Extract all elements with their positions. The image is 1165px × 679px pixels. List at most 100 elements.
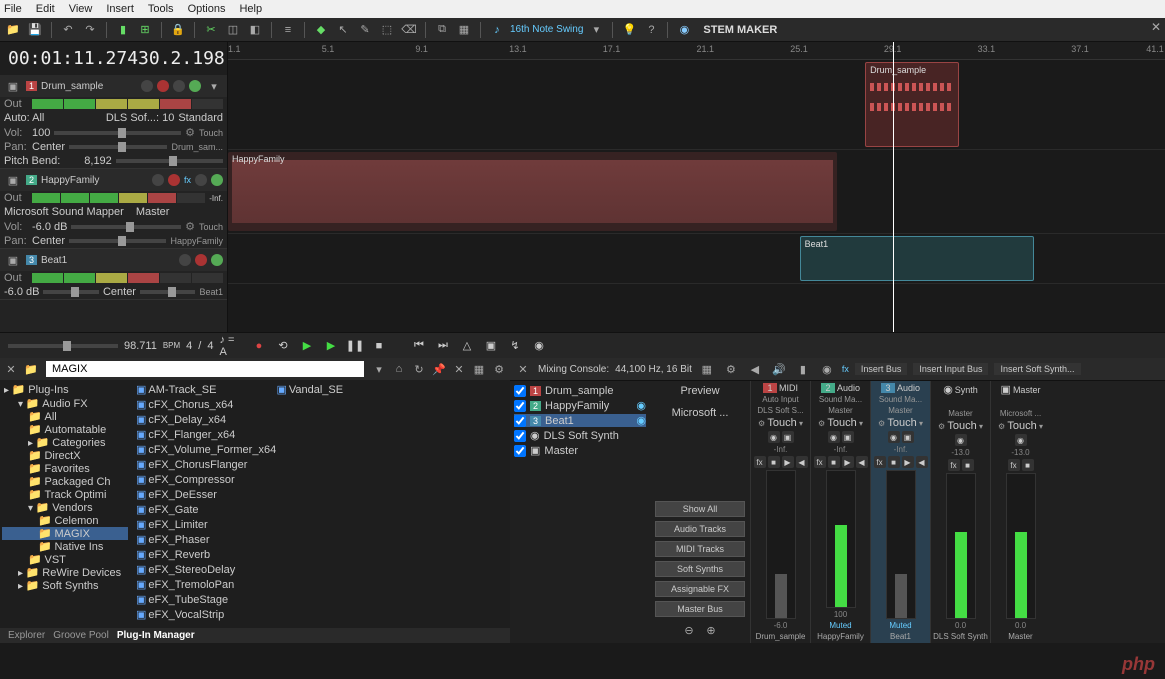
pan-slider[interactable] bbox=[69, 145, 167, 149]
insert-soft-synth-button[interactable]: Insert Soft Synth... bbox=[994, 363, 1080, 375]
snap-icon[interactable]: ⊞ bbox=[136, 21, 154, 39]
strip-output[interactable]: Master bbox=[828, 406, 852, 415]
strip-touch[interactable]: ⚙ Touch ▾ bbox=[818, 417, 863, 429]
file-item[interactable]: ▣eFX_VocalStrip bbox=[132, 607, 508, 622]
strip-ctl[interactable]: fx bbox=[814, 456, 826, 468]
tab-plugin-manager[interactable]: Plug-In Manager bbox=[117, 630, 195, 641]
file-item[interactable]: ▣cFX_Flanger_x64 bbox=[132, 427, 508, 442]
strip-ctl[interactable]: ■ bbox=[1022, 459, 1034, 471]
menu-edit[interactable]: Edit bbox=[36, 3, 55, 15]
strip-output[interactable]: Master bbox=[948, 409, 972, 418]
tree-item[interactable]: 📁 Celemon bbox=[2, 514, 128, 527]
tool2-icon[interactable]: ◧ bbox=[246, 21, 264, 39]
file-item[interactable]: ▣eFX_Limiter bbox=[132, 517, 508, 532]
track-1[interactable]: ▣ 1 Drum_sample ▾ Out Auto: All DLS Sof.… bbox=[0, 75, 227, 169]
monitor-button[interactable] bbox=[189, 80, 201, 92]
quantize-icon[interactable]: ♪ bbox=[488, 21, 506, 39]
touch-mode[interactable]: Touch bbox=[199, 222, 223, 232]
channel-strip-3[interactable]: 3Audio Sound Ma... Master ⚙ Touch ▾ ◉▣ -… bbox=[870, 381, 930, 643]
pointer-icon[interactable]: ↖ bbox=[334, 21, 352, 39]
option-button[interactable]: ↯ bbox=[506, 337, 524, 355]
mute-button[interactable] bbox=[141, 80, 153, 92]
file-item[interactable]: ▣eFX_DeEsser bbox=[132, 487, 508, 502]
strip-ctl[interactable]: ■ bbox=[828, 456, 840, 468]
strip-input[interactable] bbox=[1019, 398, 1021, 407]
tool1-icon[interactable]: ◫ bbox=[224, 21, 242, 39]
strip-ctl[interactable]: ◉ bbox=[1015, 434, 1027, 446]
help-icon[interactable]: ? bbox=[642, 21, 660, 39]
dropdown-icon[interactable]: ▾ bbox=[587, 21, 605, 39]
gear-icon[interactable]: ⚙ bbox=[185, 126, 195, 139]
assignable-fx-button[interactable]: Assignable FX bbox=[655, 581, 745, 597]
file-item[interactable]: ▣eFX_TremoloPan bbox=[132, 577, 508, 592]
undo-icon[interactable]: ↶ bbox=[59, 21, 77, 39]
view-icon[interactable]: ▦ bbox=[698, 360, 716, 378]
tree-item-selected[interactable]: 📁 MAGIX bbox=[2, 527, 128, 540]
strip-ctl[interactable]: ◉ bbox=[888, 431, 900, 443]
tab-groove[interactable]: Groove Pool bbox=[53, 630, 109, 641]
file-item[interactable]: ▣eFX_Compressor bbox=[132, 472, 508, 487]
tree-item[interactable]: 📁 Track Optimi bbox=[2, 488, 128, 501]
swing-label[interactable]: 16th Note Swing bbox=[510, 24, 583, 35]
file-item[interactable]: ▣eFX_Reverb bbox=[132, 547, 508, 562]
channel-strip-master[interactable]: ▣Master Microsoft ... ⚙ Touch ▾ ◉ -13.0 … bbox=[990, 381, 1050, 643]
strip-ctl[interactable]: ▶ bbox=[902, 456, 914, 468]
clip-happy[interactable]: HappyFamily bbox=[228, 152, 837, 231]
prev-icon[interactable]: ◀ bbox=[746, 360, 764, 378]
track-checkbox[interactable] bbox=[514, 385, 526, 397]
channel-strip-2[interactable]: 2Audio Sound Ma... Master ⚙ Touch ▾ ◉▣ -… bbox=[810, 381, 870, 643]
strip-input[interactable]: Sound Ma... bbox=[819, 395, 862, 404]
folder-icon[interactable]: 📁 bbox=[22, 360, 40, 378]
select-icon[interactable]: ⬚ bbox=[378, 21, 396, 39]
lock-icon[interactable]: 🔒 bbox=[169, 21, 187, 39]
metronome-button[interactable]: △ bbox=[458, 337, 476, 355]
mixer-track-item[interactable]: ▣Master bbox=[514, 444, 646, 457]
marker-button[interactable]: ▣ bbox=[482, 337, 500, 355]
dropdown-icon[interactable]: ▾ bbox=[370, 360, 388, 378]
strip-touch[interactable]: ⚙ Touch ▾ bbox=[878, 417, 923, 429]
menu-view[interactable]: View bbox=[69, 3, 93, 15]
save-icon[interactable]: 💾 bbox=[26, 21, 44, 39]
solo-button[interactable] bbox=[173, 80, 185, 92]
standard-label[interactable]: Standard bbox=[178, 112, 223, 124]
file-item[interactable]: ▣cFX_Delay_x64 bbox=[132, 412, 508, 427]
strip-output[interactable]: DLS Soft S... bbox=[757, 406, 803, 415]
strip-ctl[interactable]: ■ bbox=[962, 459, 974, 471]
tree-item[interactable]: ▸ 📁 Plug-Ins bbox=[2, 382, 128, 397]
dls-label[interactable]: DLS Sof...: 10 bbox=[106, 112, 174, 124]
strip-ctl[interactable]: ◉ bbox=[828, 431, 840, 443]
strip-input[interactable] bbox=[959, 398, 961, 407]
mapper-label[interactable]: Microsoft Sound Mapper bbox=[4, 206, 124, 218]
align-icon[interactable]: ≡ bbox=[279, 21, 297, 39]
close-panel-icon[interactable]: ✕ bbox=[2, 360, 20, 378]
zoom-out-icon[interactable]: ⊖ bbox=[680, 621, 698, 639]
mute-button[interactable] bbox=[179, 254, 191, 266]
settings-button[interactable]: ◉ bbox=[530, 337, 548, 355]
insert-input-bus-button[interactable]: Insert Input Bus bbox=[913, 363, 988, 375]
menu-options[interactable]: Options bbox=[188, 3, 226, 15]
strip-ctl[interactable]: ▶ bbox=[842, 456, 854, 468]
strip-touch[interactable]: ⚙ Touch ▾ bbox=[938, 420, 983, 432]
lane-3[interactable]: Beat1 bbox=[228, 234, 1165, 284]
track-checkbox[interactable] bbox=[514, 430, 526, 442]
close-mixer-icon[interactable]: ✕ bbox=[514, 360, 532, 378]
file-item[interactable]: ▣eFX_Phaser bbox=[132, 532, 508, 547]
arm-button[interactable] bbox=[168, 174, 180, 186]
fx-label[interactable]: Beat1 bbox=[199, 287, 223, 297]
chevron-down-icon[interactable]: ▾ bbox=[205, 77, 223, 95]
track-checkbox[interactable] bbox=[514, 415, 526, 427]
playhead[interactable] bbox=[893, 42, 894, 332]
settings-icon[interactable]: ⚙ bbox=[490, 360, 508, 378]
channel-fader[interactable] bbox=[886, 470, 916, 619]
channel-fader[interactable] bbox=[1006, 473, 1036, 619]
file-item[interactable]: ▣eFX_TubeStage bbox=[132, 592, 508, 607]
stem-maker-label[interactable]: STEM MAKER bbox=[703, 24, 777, 36]
tree-item[interactable]: ▸ 📁 ReWire Devices bbox=[2, 566, 128, 579]
home-icon[interactable]: ⌂ bbox=[390, 360, 408, 378]
track-name[interactable]: Drum_sample bbox=[41, 81, 137, 92]
tree-item[interactable]: ▾ 📁 Audio FX bbox=[2, 397, 128, 410]
magnet-icon[interactable]: ⧉ bbox=[433, 21, 451, 39]
auto-label[interactable]: Auto: All bbox=[4, 112, 44, 124]
folder-tree[interactable]: ▸ 📁 Plug-Ins ▾ 📁 Audio FX 📁 All 📁 Automa… bbox=[0, 380, 130, 628]
track-2[interactable]: ▣ 2 HappyFamily fx Out -Inf. Microsoft S… bbox=[0, 169, 227, 249]
